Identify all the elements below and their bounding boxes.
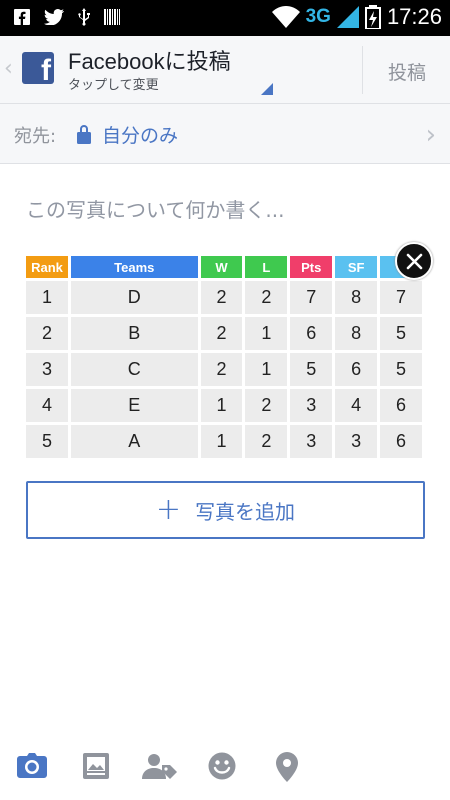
table-cell: 4	[26, 389, 68, 422]
column-header: Pts	[290, 256, 333, 278]
table-row: 2 B 2 1 6 8 5	[26, 317, 422, 350]
facebook-notification-icon	[14, 9, 30, 25]
page-title[interactable]: Facebookに投稿	[68, 44, 231, 76]
twitter-icon	[44, 9, 64, 25]
facebook-logo-icon: f	[22, 52, 54, 84]
page-subtitle[interactable]: タップして変更	[68, 74, 159, 93]
table-row: 3 C 2 1 5 6 5	[26, 353, 422, 386]
table-cell: 1	[245, 353, 288, 386]
table-row: 4 E 1 2 3 4 6	[26, 389, 422, 422]
status-bar: 3G 17:26	[0, 0, 450, 36]
column-header: Teams	[70, 256, 198, 278]
table-cell: B	[70, 317, 198, 350]
close-icon	[406, 253, 423, 270]
post-button[interactable]: 投稿	[388, 58, 426, 85]
add-photo-button[interactable]: + 写真を追加	[26, 481, 425, 539]
table-cell: 2	[200, 317, 243, 350]
column-header: W	[200, 256, 243, 278]
remove-photo-button[interactable]	[395, 242, 433, 280]
table-cell: 5	[380, 317, 422, 350]
signal-icon	[336, 6, 359, 28]
clock: 17:26	[386, 4, 442, 29]
table-cell: 6	[290, 317, 333, 350]
photo-album-icon[interactable]	[82, 752, 110, 780]
location-icon[interactable]	[275, 752, 299, 782]
table-cell: 2	[245, 281, 288, 314]
back-chevron-icon[interactable]: ‹	[4, 56, 13, 81]
column-header: L	[245, 256, 288, 278]
table-cell: 6	[335, 353, 378, 386]
table-cell: 8	[335, 317, 378, 350]
table-cell: A	[70, 425, 198, 458]
table-cell: 5	[290, 353, 333, 386]
table-cell: C	[70, 353, 198, 386]
table-cell: 2	[26, 317, 68, 350]
barcode-icon	[104, 9, 120, 25]
network-type-label: 3G	[305, 6, 331, 27]
camera-icon[interactable]	[16, 752, 48, 780]
table-cell: 7	[380, 281, 422, 314]
table-cell: 3	[26, 353, 68, 386]
table-cell: 4	[335, 389, 378, 422]
header-divider	[362, 46, 363, 94]
table-cell: 1	[200, 389, 243, 422]
audience-label: 宛先:	[14, 126, 57, 147]
battery-icon	[364, 5, 381, 29]
table-row: 1 D 2 2 7 8 7	[26, 281, 422, 314]
wifi-icon	[271, 6, 300, 28]
table-cell: 6	[380, 425, 422, 458]
table-cell: 1	[26, 281, 68, 314]
table-cell: 2	[200, 281, 243, 314]
post-header: ‹ f Facebookに投稿 タップして変更 投稿	[0, 36, 450, 104]
table-cell: 5	[26, 425, 68, 458]
tag-people-icon[interactable]	[142, 752, 178, 780]
table-cell: 1	[245, 317, 288, 350]
composer-input[interactable]: この写真について何か書く...	[26, 194, 284, 223]
bottom-toolbar	[0, 748, 450, 800]
account-dropdown-indicator[interactable]	[261, 83, 273, 95]
table-cell: 6	[380, 389, 422, 422]
table-cell: 8	[335, 281, 378, 314]
table-cell: D	[70, 281, 198, 314]
standings-table: Rank Teams W L Pts SF 1 D 2 2 7 8 7 2 B	[26, 256, 425, 461]
add-photo-label: 写真を追加	[195, 499, 296, 524]
chevron-right-icon: ›	[425, 120, 436, 150]
table-cell: 3	[290, 425, 333, 458]
column-header: Rank	[26, 256, 68, 278]
audience-selector[interactable]: 宛先: 自分のみ ›	[0, 104, 450, 164]
table-cell: 3	[335, 425, 378, 458]
table-row: 5 A 1 2 3 3 6	[26, 425, 422, 458]
lock-icon	[77, 125, 91, 144]
table-cell: 1	[200, 425, 243, 458]
table-cell: 2	[200, 353, 243, 386]
emoji-icon[interactable]	[208, 752, 236, 780]
usb-icon	[78, 8, 90, 26]
table-cell: 2	[245, 389, 288, 422]
table-header-row: Rank Teams W L Pts SF	[26, 256, 422, 278]
table-cell: E	[70, 389, 198, 422]
plus-icon: +	[155, 492, 182, 527]
attached-photo: Rank Teams W L Pts SF 1 D 2 2 7 8 7 2 B	[26, 256, 425, 464]
table-cell: 7	[290, 281, 333, 314]
column-header: SF	[335, 256, 378, 278]
table-cell: 2	[245, 425, 288, 458]
table-cell: 3	[290, 389, 333, 422]
table-cell: 5	[380, 353, 422, 386]
audience-value: 自分のみ	[102, 125, 179, 147]
